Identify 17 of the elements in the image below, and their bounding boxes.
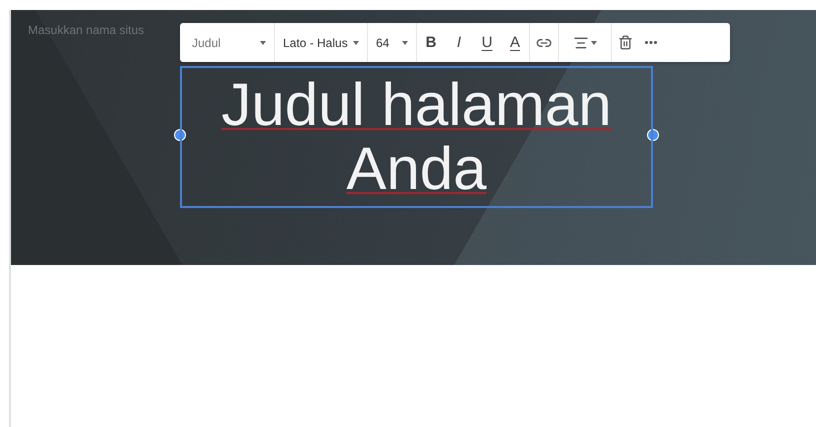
page-title: Judul halaman Anda — [220, 73, 613, 201]
caret-icon — [260, 40, 266, 44]
underline-button[interactable]: U — [475, 28, 499, 56]
caret-icon — [591, 40, 597, 44]
more-icon — [645, 41, 657, 44]
text-color-button[interactable]: A — [503, 28, 527, 56]
trash-icon — [618, 35, 633, 50]
style-dropdown[interactable]: Judul — [184, 23, 274, 62]
align-center-icon — [573, 34, 589, 50]
font-dropdown[interactable]: Lato - Halus — [275, 23, 367, 62]
site-name-field[interactable]: Masukkan nama situs — [26, 22, 180, 38]
caret-icon — [402, 40, 408, 44]
size-dropdown[interactable]: 64 — [368, 23, 416, 62]
bold-button[interactable]: B — [419, 28, 443, 56]
title-textbox[interactable]: Judul halaman Anda — [180, 66, 653, 208]
italic-button[interactable]: I — [447, 28, 471, 56]
caret-icon — [353, 40, 359, 44]
